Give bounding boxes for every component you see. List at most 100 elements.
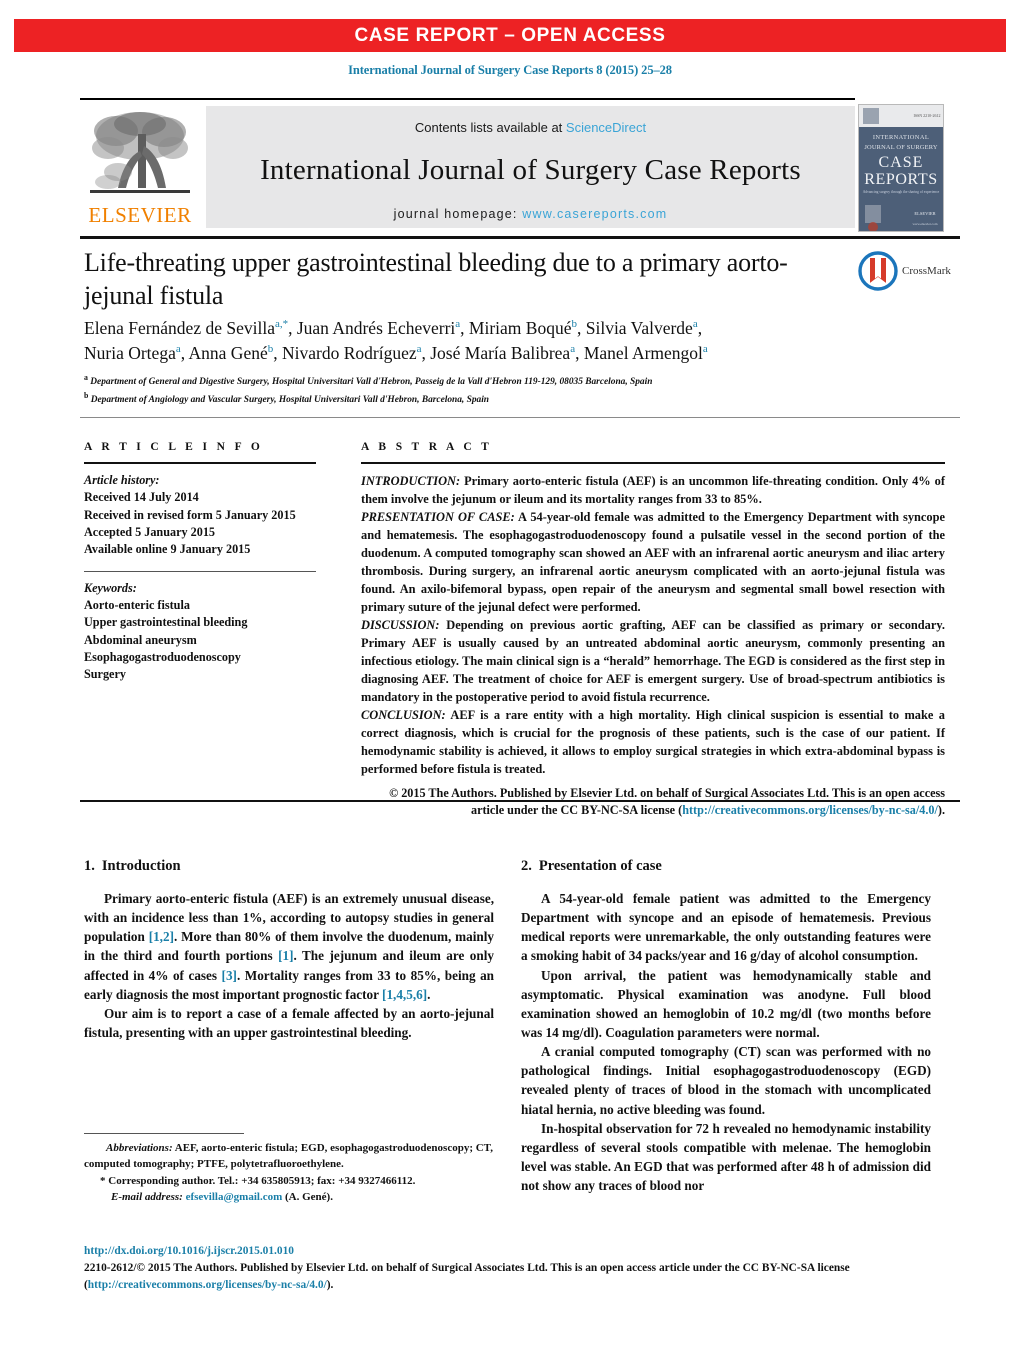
- abstract-heading: A B S T R A C T: [361, 441, 493, 453]
- email-label: E-mail address:: [111, 1191, 183, 1204]
- abstract-rule: [361, 462, 945, 464]
- author-mark: a,*: [274, 318, 289, 331]
- author-item[interactable]: Juan Andrés Echeverria: [297, 318, 460, 338]
- author-mark: a: [702, 343, 708, 356]
- keywords-heading: Keywords:: [84, 580, 137, 595]
- sciencedirect-link[interactable]: ScienceDirect: [566, 120, 646, 135]
- keywords-block: Keywords: Aorto-enteric fistula Upper ga…: [84, 580, 316, 684]
- author-mark: b: [267, 343, 274, 356]
- paragraph: In-hospital observation for 72 h reveale…: [521, 1120, 931, 1194]
- abstract-section: DISCUSSION: Depending on previous aortic…: [361, 617, 945, 707]
- keyword-item: Upper gastrointestinal bleeding: [84, 615, 248, 630]
- history-item: Accepted 5 January 2015: [84, 524, 216, 539]
- citation-ref[interactable]: [1,4,5,6]: [382, 987, 427, 1002]
- history-item: Received in revised form 5 January 2015: [84, 507, 296, 522]
- abstract-section-text: A 54-year-old female was admitted to the…: [361, 509, 946, 614]
- elsevier-tree-icon: [90, 112, 190, 193]
- journal-cover-thumbnail: ISSN 2210-2612 INTERNATIONAL JOURNAL OF …: [858, 104, 944, 232]
- author-name: José María Balibrea: [430, 342, 571, 363]
- abstract-column: A B S T R A C T INTRODUCTION: Primary ao…: [361, 441, 945, 820]
- section-heading-presentation-of-case: 2. Presentation of case: [521, 858, 931, 875]
- author-item[interactable]: Nivardo Rodrígueza: [282, 343, 422, 363]
- author-item[interactable]: Elena Fernández de Sevillaa,*: [84, 318, 288, 338]
- paragraph-text: .: [427, 986, 431, 1002]
- crossmark-label: CrossMark: [902, 265, 951, 277]
- masthead-bottom-rule: [80, 236, 960, 239]
- author-mark: a: [175, 343, 181, 356]
- svg-text:ISSN 2210-2612: ISSN 2210-2612: [913, 113, 940, 118]
- author-name: Nuria Ortega: [84, 342, 176, 363]
- email-attribution: (A. Gené).: [282, 1191, 333, 1204]
- journal-homepage-link[interactable]: www.casereports.com: [522, 207, 667, 221]
- keyword-item: Esophagogastroduodenoscopy: [84, 649, 241, 664]
- section-number: 1.: [84, 858, 95, 874]
- email-link[interactable]: efsevilla@gmail.com: [186, 1191, 283, 1203]
- author-item[interactable]: Manel Armengola: [584, 343, 708, 363]
- footer-license-link[interactable]: http://creativecommons.org/licenses/by-n…: [88, 1279, 327, 1291]
- abstract-section: PRESENTATION OF CASE: A 54-year-old fema…: [361, 509, 945, 617]
- paragraph: A 54-year-old female patient was admitte…: [521, 891, 931, 964]
- doi-link[interactable]: http://dx.doi.org/10.1016/j.ijscr.2015.0…: [84, 1243, 960, 1260]
- article-info-rule: [84, 462, 316, 464]
- paren-close: ).: [326, 1279, 334, 1292]
- abstract-section-text: AEF is a rare entity with a high mortali…: [361, 707, 945, 776]
- paragraph: Primary aorto-enteric fistula (AEF) is a…: [84, 889, 494, 1004]
- affiliation-item: b Department of Angiology and Vascular S…: [84, 390, 954, 408]
- crossmark-badge[interactable]: CrossMark: [858, 250, 966, 292]
- author-item[interactable]: Miriam Boquéb: [469, 318, 577, 338]
- copyright-tail: ).: [937, 803, 945, 818]
- keyword-item: Aorto-enteric fistula: [84, 597, 190, 612]
- citation-ref[interactable]: [3]: [222, 968, 237, 983]
- svg-text:CASE: CASE: [879, 154, 924, 171]
- svg-text:www.elsevier.com: www.elsevier.com: [912, 222, 937, 226]
- left-text-column: 1. Introduction Primary aorto-enteric fis…: [84, 858, 494, 1042]
- journal-homepage-line: journal homepage: www.casereports.com: [206, 207, 855, 221]
- history-item: Available online 9 January 2015: [84, 542, 251, 557]
- footnotes-block: Abbreviations: AEF, aorto-enteric fistul…: [84, 1140, 496, 1205]
- author-name: Nivardo Rodríguez: [281, 342, 417, 363]
- journal-title: International Journal of Surgery Case Re…: [260, 154, 801, 186]
- affiliation-text: Department of Angiology and Vascular Sur…: [90, 395, 490, 406]
- sciencedirect-band: Contents lists available at ScienceDirec…: [206, 106, 855, 228]
- abstract-section: CONCLUSION: AEF is a rare entity with a …: [361, 707, 945, 779]
- abbreviations-label: Abbreviations:: [106, 1142, 173, 1154]
- section-heading-introduction: 1. Introduction: [84, 858, 494, 875]
- abstract-copyright: © 2015 The Authors. Published by Elsevie…: [361, 785, 945, 820]
- author-mark: a: [570, 343, 576, 356]
- author-name: Silvia Valverde: [585, 318, 693, 338]
- author-mark: b: [571, 318, 577, 331]
- author-item[interactable]: Anna Genéb: [189, 343, 274, 363]
- citation-ref[interactable]: [1,2]: [149, 929, 174, 944]
- abbreviations-footnote: Abbreviations: AEF, aorto-enteric fistul…: [84, 1140, 496, 1172]
- keyword-item: Surgery: [84, 667, 126, 682]
- right-text-column: 2. Presentation of case A 54-year-old fem…: [521, 858, 931, 1195]
- keyword-item: Abdominal aneurysm: [84, 632, 197, 647]
- author-name: Miriam Boqué: [468, 318, 572, 338]
- author-item[interactable]: José María Balibreaa: [430, 343, 575, 363]
- abstract-section-label: CONCLUSION:: [361, 707, 446, 722]
- journal-masthead: ELSEVIER Contents lists available at Sci…: [80, 98, 960, 239]
- author-name: Elena Fernández de Sevilla: [84, 318, 275, 338]
- issn-text: 2210-2612/© 2015 The Authors. Published …: [84, 1262, 850, 1275]
- elsevier-wordmark: ELSEVIER: [88, 203, 192, 227]
- footer-license-line: (http://creativecommons.org/licenses/by-…: [84, 1277, 960, 1294]
- author-item[interactable]: Silvia Valverdea: [586, 318, 698, 338]
- keywords-rule: [84, 570, 316, 572]
- author-mark: a: [416, 343, 422, 356]
- author-mark: a: [692, 318, 698, 331]
- article-info-heading: A R T I C L E I N F O: [84, 441, 264, 453]
- section-number: 2.: [521, 858, 532, 874]
- banner-label: CASE REPORT – OPEN ACCESS: [354, 24, 666, 46]
- contents-prefix: Contents lists available at: [414, 120, 566, 135]
- abstract-body: INTRODUCTION: Primary aorto-enteric fist…: [361, 473, 945, 820]
- license-link[interactable]: http://creativecommons.org/licenses/by-n…: [682, 803, 938, 817]
- info-top-rule: [80, 417, 960, 418]
- paragraph: Upon arrival, the patient was hemodynami…: [521, 967, 931, 1040]
- history-item: Received 14 July 2014: [84, 490, 199, 505]
- svg-text:INTERNATIONAL: INTERNATIONAL: [873, 134, 929, 141]
- citation-ref[interactable]: [1]: [278, 948, 293, 963]
- issn-copyright-line: 2210-2612/© 2015 The Authors. Published …: [84, 1260, 960, 1277]
- title-area: Life-threating upper gastrointestinal bl…: [84, 247, 844, 313]
- author-item[interactable]: Nuria Ortegaa: [84, 343, 181, 363]
- affiliation-list: a Department of General and Digestive Su…: [84, 372, 954, 409]
